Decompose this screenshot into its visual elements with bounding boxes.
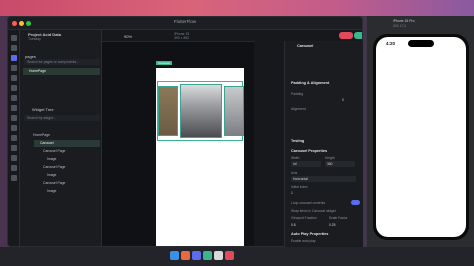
status-time: 4:20	[386, 41, 396, 46]
dock	[0, 247, 474, 266]
home-page-item[interactable]: HomePage	[23, 68, 100, 75]
dynamic-island	[408, 40, 434, 47]
add-widget-icon[interactable]	[11, 45, 17, 51]
device-size: 393 × 852	[174, 36, 190, 40]
initial-index-label: Initial Index	[291, 185, 308, 189]
width-input[interactable]: inf	[291, 161, 321, 167]
pages-search-input[interactable]: Search for pages or components...	[24, 59, 100, 65]
auto-play-label: Enable auto play	[291, 239, 316, 243]
logo-icon[interactable]	[11, 35, 17, 41]
release-icon[interactable]	[11, 155, 17, 161]
simulator-title: iPhone 15 Pro	[393, 19, 415, 23]
settings-icon[interactable]	[11, 175, 17, 181]
scale-factor-label: Scale Factor	[329, 216, 348, 220]
media-icon[interactable]	[11, 95, 17, 101]
storyboard-icon[interactable]	[11, 65, 17, 71]
navigation-rail	[8, 30, 20, 246]
phone-canvas[interactable]: Carousel	[156, 61, 244, 246]
app-icon[interactable]	[203, 251, 212, 260]
carousel[interactable]	[157, 81, 244, 141]
api-icon[interactable]	[11, 85, 17, 91]
padding-value[interactable]: 0	[342, 98, 344, 102]
custom-code-icon[interactable]	[11, 115, 17, 121]
tree-item[interactable]: Carousel Page	[43, 180, 100, 187]
app-state-icon[interactable]	[11, 125, 17, 131]
app-icon[interactable]	[225, 251, 234, 260]
firestore-icon[interactable]	[11, 75, 17, 81]
history-icon[interactable]	[11, 165, 17, 171]
section-testing[interactable]: Testing	[291, 139, 304, 143]
test-icon[interactable]	[11, 145, 17, 151]
simulator-os: iOS 17.0	[393, 24, 407, 28]
selected-widget-badge: Carousel	[156, 61, 173, 65]
carousel-image[interactable]	[158, 86, 178, 136]
section-auto-play[interactable]: Auto Play Properties	[291, 232, 328, 236]
run-button[interactable]	[354, 32, 362, 39]
app-icon[interactable]	[181, 251, 190, 260]
axis-label: Axis	[291, 171, 298, 175]
simulator-icon[interactable]	[214, 251, 223, 260]
carousel-image[interactable]	[180, 84, 222, 138]
theme-icon[interactable]	[11, 105, 17, 111]
height-label: Height	[325, 156, 335, 160]
window-title: FlutterFlow	[173, 19, 197, 24]
section-carousel-properties[interactable]: Carousel Properties	[291, 149, 327, 153]
canvas-toolbar: 90% iPhone 15 393 × 852	[102, 30, 254, 42]
height-input[interactable]: 360	[325, 161, 355, 167]
width-label: Width	[291, 156, 300, 160]
project-branch: Tuesday	[28, 37, 41, 41]
widget-tree-icon[interactable]	[11, 55, 17, 61]
run-icon[interactable]	[11, 135, 17, 141]
viewport-fraction-label: Viewport Fraction	[291, 216, 317, 220]
title-bar: FlutterFlow	[8, 17, 362, 30]
carousel-image[interactable]	[224, 86, 244, 136]
tree-item[interactable]: Image	[47, 172, 100, 179]
tree-item[interactable]: Carousel Page	[43, 148, 100, 155]
debug-button[interactable]	[339, 32, 353, 39]
widget-tree-label: Widget Tree	[32, 107, 54, 112]
section-padding-alignment[interactable]: Padding & Alignment	[291, 81, 329, 85]
tree-item[interactable]: Image	[47, 156, 100, 163]
initial-index-value[interactable]: 1	[291, 191, 293, 195]
viewport-fraction-value[interactable]: 0.8	[291, 223, 296, 227]
wrap-label: Wrap items in Carousel widget	[291, 209, 336, 213]
scale-factor-value[interactable]: 0.25	[329, 223, 335, 227]
flutterflow-icon[interactable]	[192, 251, 201, 260]
tree-item[interactable]: Carousel Page	[43, 164, 100, 171]
padding-label: Padding	[291, 92, 304, 96]
menu-bar	[0, 0, 474, 16]
finder-icon[interactable]	[170, 251, 179, 260]
properties-panel: Carousel Padding & Alignment Padding 0 A…	[284, 41, 363, 247]
axis-select[interactable]: Horizontal	[291, 176, 356, 182]
tree-item[interactable]: Image	[47, 188, 100, 195]
loop-toggle[interactable]	[351, 200, 360, 205]
widget-search-input[interactable]: Search by widget...	[24, 115, 100, 121]
alignment-label: Alignment	[291, 107, 306, 111]
canvas: 90% iPhone 15 393 × 852 Carousel	[102, 30, 254, 246]
left-panel: Project Acid Data Tuesday pages Search f…	[20, 30, 102, 246]
tree-item[interactable]: Carousel	[34, 140, 100, 147]
loop-label: Loop carousel contents	[291, 201, 326, 205]
zoom-level[interactable]: 90%	[124, 34, 132, 39]
tree-item[interactable]: HomePage	[33, 132, 100, 139]
component-name: Carousel	[297, 44, 314, 48]
phone-screen[interactable]: 4:20	[376, 37, 466, 237]
